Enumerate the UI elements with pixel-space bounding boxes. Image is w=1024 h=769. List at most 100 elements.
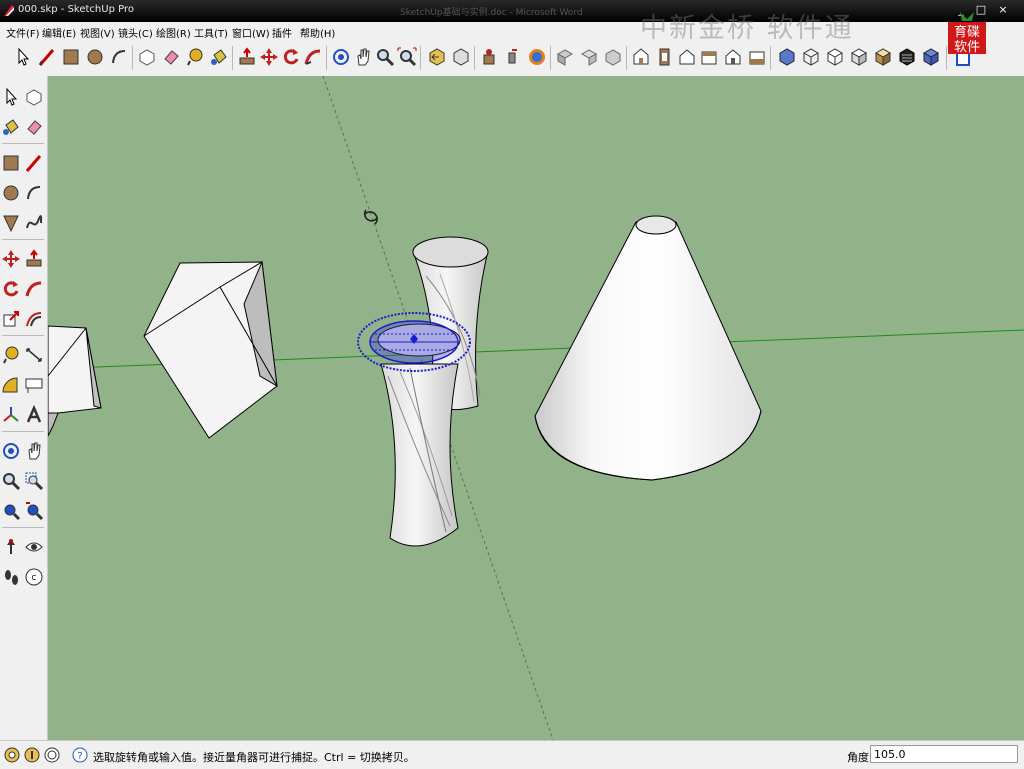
rotate-icon[interactable] <box>280 45 302 69</box>
zoom-icon[interactable] <box>0 468 22 494</box>
axes-icon[interactable] <box>0 402 22 428</box>
modeling-viewport[interactable] <box>48 76 1024 740</box>
tilted-box-model[interactable] <box>143 260 278 439</box>
xray-style-icon[interactable] <box>776 45 798 69</box>
follow-me-icon[interactable] <box>302 45 324 69</box>
line-icon[interactable] <box>23 150 45 176</box>
eraser-icon[interactable] <box>23 114 45 140</box>
move-icon[interactable] <box>0 246 22 272</box>
arc-icon[interactable] <box>23 180 45 206</box>
make-component-icon[interactable] <box>23 84 45 110</box>
background-window-title: SketchUp基础与实例.doc - Microsoft Word <box>400 8 583 18</box>
text-icon[interactable] <box>23 372 45 398</box>
textured-style-icon[interactable] <box>872 45 894 69</box>
select-icon[interactable] <box>12 45 34 69</box>
previous-view-icon[interactable] <box>426 45 448 69</box>
walk-icon[interactable] <box>502 45 524 69</box>
back-view-icon[interactable] <box>722 45 744 69</box>
status-hint: 选取旋转角或输入值。接近量角器可进行捕捉。Ctrl = 切换拷贝。 <box>93 751 415 764</box>
watermark-text: 中新金桥 软件通 <box>640 13 854 44</box>
menu-file[interactable]: 文件(F) <box>6 25 40 40</box>
partial-box-model[interactable] <box>48 325 102 437</box>
rotate-icon[interactable] <box>0 276 22 302</box>
zoom-extents-icon[interactable] <box>396 45 418 69</box>
push-pull-icon[interactable] <box>23 246 45 272</box>
large-tool-set: C <box>0 76 48 740</box>
menu-draw[interactable]: 绘图(R) <box>156 25 191 40</box>
rectangle-icon[interactable] <box>60 45 82 69</box>
rectangle-icon[interactable] <box>0 150 22 176</box>
arc-icon[interactable] <box>108 45 130 69</box>
top-view-icon[interactable] <box>654 45 676 69</box>
logo-line-1: 育碟 <box>954 24 980 40</box>
monochrome-style-icon[interactable] <box>896 45 918 69</box>
position-camera-icon[interactable] <box>478 45 500 69</box>
pan-icon[interactable] <box>23 438 45 464</box>
protractor-icon[interactable] <box>0 372 22 398</box>
sketchup-app-icon[interactable] <box>3 4 15 17</box>
dimension-icon[interactable] <box>23 342 45 368</box>
front-view-icon[interactable] <box>676 45 698 69</box>
credits-icon[interactable] <box>24 747 40 763</box>
orbit-icon[interactable] <box>0 438 22 464</box>
paint-bucket-icon[interactable] <box>0 114 22 140</box>
layers-icon[interactable] <box>920 45 942 69</box>
circle-icon[interactable] <box>84 45 106 69</box>
svg-text:?: ? <box>77 751 82 762</box>
offset-icon[interactable] <box>23 306 45 332</box>
select-icon[interactable] <box>0 84 22 110</box>
right-view-icon[interactable] <box>698 45 720 69</box>
line-icon[interactable] <box>36 45 58 69</box>
zoom-icon[interactable] <box>374 45 396 69</box>
help-icon[interactable]: ? <box>72 747 88 763</box>
window-title: 000.skp - SketchUp Pro <box>18 4 134 15</box>
freehand-icon[interactable] <box>23 210 45 236</box>
title-bar: 000.skp - SketchUp Pro SketchUp基础与实例.doc… <box>0 0 1024 22</box>
section-plane-icon[interactable]: C <box>23 564 45 590</box>
fill-section-icon[interactable] <box>602 45 624 69</box>
measurements-input[interactable] <box>870 745 1018 763</box>
scale-icon[interactable] <box>0 306 22 332</box>
left-view-icon[interactable] <box>746 45 768 69</box>
menu-camera[interactable]: 镜头(C) <box>118 25 153 40</box>
iso-view-icon[interactable] <box>630 45 652 69</box>
look-around-icon[interactable] <box>526 45 548 69</box>
brand-logo: 育碟 软件 <box>948 12 986 55</box>
look-around-icon[interactable] <box>23 534 45 560</box>
display-section-icon[interactable] <box>578 45 600 69</box>
pan-icon[interactable] <box>352 45 374 69</box>
geo-location-icon[interactable] <box>4 747 20 763</box>
follow-me-icon[interactable] <box>23 276 45 302</box>
make-component-icon[interactable] <box>136 45 158 69</box>
zoom-extents-icon[interactable] <box>0 498 22 524</box>
user-account-icon[interactable] <box>44 747 60 763</box>
menu-window[interactable]: 窗口(W) <box>232 25 270 40</box>
section-plane-icon[interactable] <box>554 45 576 69</box>
position-camera-icon[interactable] <box>0 534 22 560</box>
menu-tools[interactable]: 工具(T) <box>194 25 228 40</box>
3d-text-icon[interactable] <box>23 402 45 428</box>
walk-icon[interactable] <box>0 564 22 590</box>
menu-plugins[interactable]: 插件 <box>272 25 292 40</box>
menu-edit[interactable]: 编辑(E) <box>42 25 76 40</box>
circle-icon[interactable] <box>0 180 22 206</box>
menu-view[interactable]: 视图(V) <box>80 25 115 40</box>
zoom-window-icon[interactable] <box>23 468 45 494</box>
menu-help[interactable]: 帮助(H) <box>300 25 335 40</box>
tape-measure-icon[interactable] <box>184 45 206 69</box>
polygon-icon[interactable] <box>0 210 22 236</box>
wireframe-style-icon[interactable] <box>800 45 822 69</box>
previous-icon[interactable] <box>23 498 45 524</box>
orbit-icon[interactable] <box>330 45 352 69</box>
rotate-cursor-icon <box>363 209 378 225</box>
next-view-icon[interactable] <box>450 45 472 69</box>
hidden-line-style-icon[interactable] <box>824 45 846 69</box>
eraser-icon[interactable] <box>160 45 182 69</box>
scene-canvas[interactable] <box>48 76 1024 740</box>
shaded-style-icon[interactable] <box>848 45 870 69</box>
paint-bucket-icon[interactable] <box>208 45 230 69</box>
tape-measure-icon[interactable] <box>0 342 22 368</box>
move-icon[interactable] <box>258 45 280 69</box>
close-button[interactable]: × <box>994 2 1012 18</box>
push-pull-icon[interactable] <box>236 45 258 69</box>
